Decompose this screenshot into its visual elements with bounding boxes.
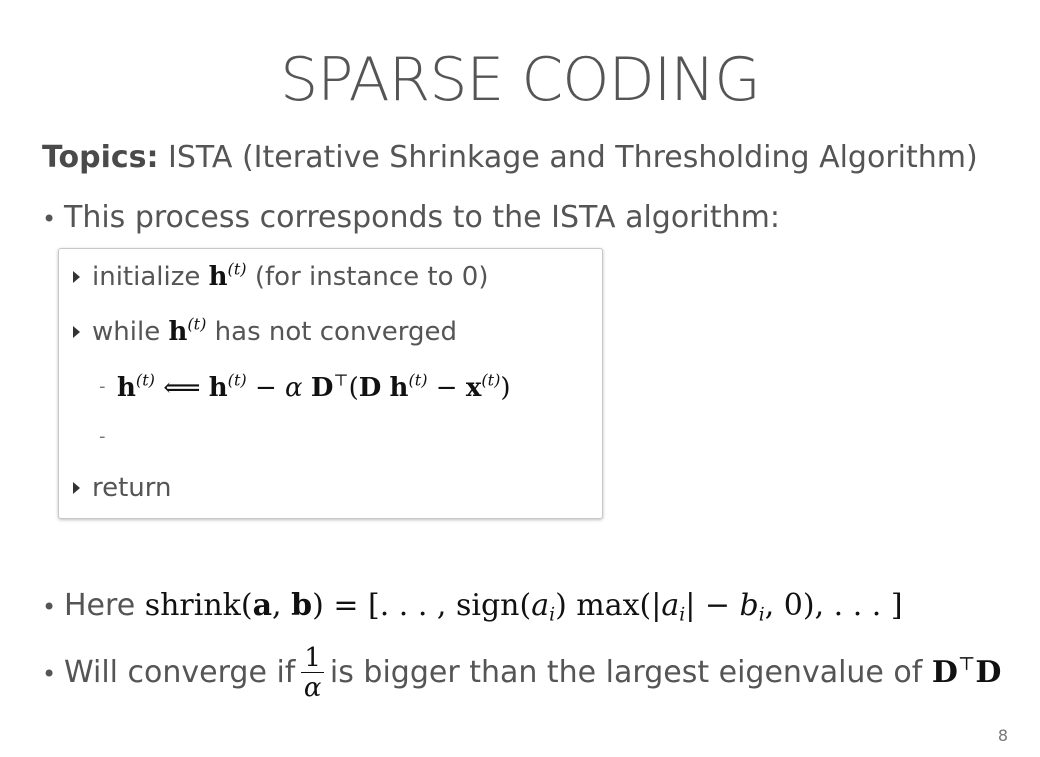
algo-while-prefix: while <box>92 317 161 347</box>
bullet-dot: • <box>42 205 57 233</box>
algo-initialize-prefix: initialize <box>92 262 201 292</box>
algo-line-update: - h(t) ⟸ h(t) − α D⊤(D h(t) − x(t)) <box>99 369 511 406</box>
algo-initialize-suffix: (for instance to 0) <box>254 262 489 292</box>
bullet-dot: • <box>42 660 57 688</box>
math-h: h <box>168 317 188 347</box>
algo-while-suffix: has not converged <box>214 317 458 347</box>
algo-return-text: return <box>92 473 172 503</box>
math-superscript-t: (t) <box>227 259 247 279</box>
fraction-one-over-alpha: 1α <box>301 644 324 703</box>
algo-line-while: while h(t) has not converged <box>73 314 457 350</box>
update-equation: h(t) ⟸ h(t) − α D⊤(D h(t) − x(t)) <box>117 370 511 403</box>
bullet-convergence-prefix: Will converge if <box>64 655 296 690</box>
triangle-bullet-icon <box>73 326 80 338</box>
topics-line: Topics: ISTA (Iterative Shrinkage and Th… <box>42 136 978 180</box>
bullet-dot: • <box>42 593 57 621</box>
shrink-equation: shrink(a, b) = [. . . , sign(ai) max(|ai… <box>144 588 903 626</box>
bullet-ista-process: • This process corresponds to the ISTA al… <box>42 196 780 241</box>
bullet-ista-process-text: This process corresponds to the ISTA alg… <box>64 200 780 235</box>
bullet-shrink-prefix: Here <box>64 588 136 623</box>
dash-bullet: - <box>99 426 106 447</box>
math-D-transpose-D: D⊤D <box>931 653 1002 690</box>
triangle-bullet-icon <box>73 482 80 494</box>
page-number: 8 <box>997 726 1008 745</box>
math-superscript-t: (t) <box>187 314 207 334</box>
algo-line-initialize: initialize h(t) (for instance to 0) <box>73 259 488 295</box>
algo-line-empty: - <box>99 419 117 456</box>
triangle-bullet-icon <box>73 271 80 283</box>
bullet-convergence-middle: is bigger than the largest eigenvalue of <box>329 655 923 690</box>
math-h: h <box>208 262 228 292</box>
dash-bullet: - <box>99 376 106 397</box>
algo-line-return: return <box>73 470 172 506</box>
topics-text: ISTA (Iterative Shrinkage and Thresholdi… <box>168 140 978 175</box>
algorithm-box: initialize h(t) (for instance to 0) whil… <box>58 248 603 519</box>
topics-label: Topics: <box>42 140 159 175</box>
slide-title: SPARSE CODING <box>280 45 761 115</box>
bullet-convergence: • Will converge if 1 α is bigger than the la… <box>42 644 1001 703</box>
bullet-shrink-definition: • Here shrink(a, b) = [. . . , sign(ai) m… <box>42 584 903 629</box>
